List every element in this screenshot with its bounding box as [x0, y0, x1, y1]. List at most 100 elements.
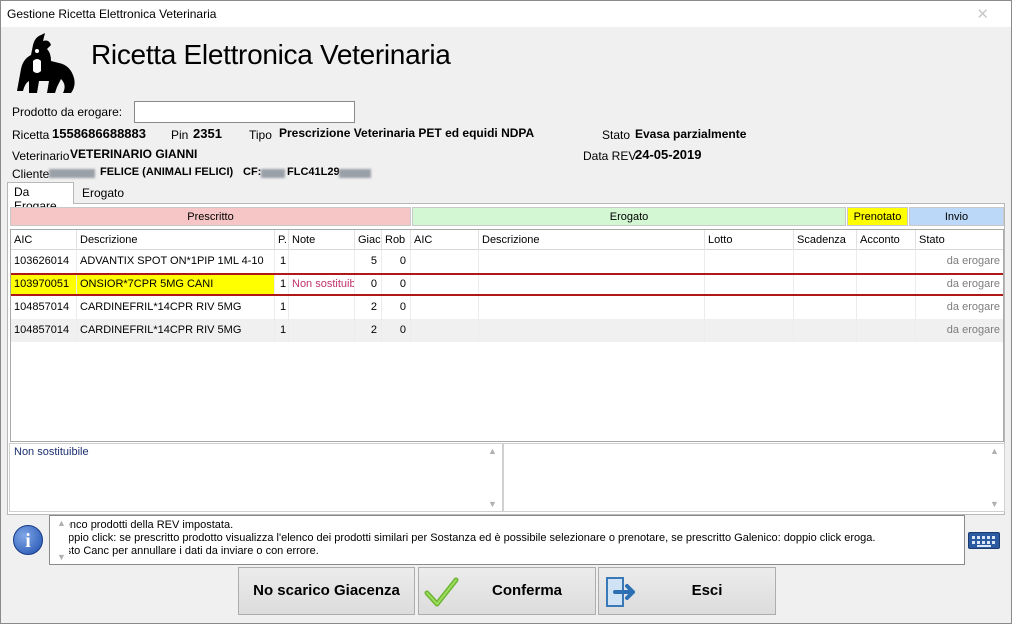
info-message-box: Elenco prodotti della REV impostata. Dop… — [49, 515, 965, 565]
cell-aic-erogato — [411, 319, 479, 342]
stato-label: Stato — [602, 128, 631, 142]
cell-lotto — [705, 250, 794, 273]
prodotto-label: Prodotto da erogare: — [12, 105, 123, 119]
col-lotto[interactable]: Lotto — [705, 230, 794, 250]
prodotto-input[interactable] — [134, 101, 355, 123]
col-acconto[interactable]: Acconto — [857, 230, 916, 250]
cell-acconto — [857, 250, 916, 273]
keyboard-icon[interactable] — [968, 532, 1000, 549]
cell-p: 1 — [275, 275, 289, 294]
table-row-selected[interactable]: 103970051 ONSIOR*7CPR 5MG CANI 1 Non sos… — [11, 273, 1003, 296]
col-descrizione-erogato[interactable]: Descrizione — [479, 230, 705, 250]
cell-stato: da erogare — [946, 324, 1000, 336]
close-icon[interactable]: ✕ — [976, 5, 989, 23]
no-scarico-giacenza-button[interactable]: No scarico Giacenza — [238, 567, 415, 615]
cell-p: 1 — [275, 296, 289, 319]
info-line-2: Doppio click: se prescritto prodotto vis… — [54, 532, 876, 544]
note-scrollbar[interactable]: ▲ ▼ — [485, 444, 502, 511]
table-row[interactable]: 104857014 CARDINEFRIL*14CPR RIV 5MG 1 2 … — [11, 296, 1003, 319]
cliente-name: FELICE (ANIMALI FELICI) — [100, 166, 234, 178]
cell-rob: 0 — [382, 319, 411, 342]
veterinario-label: Veterinario — [12, 149, 70, 163]
scroll-down-icon[interactable]: ▼ — [488, 499, 497, 509]
app-window: Gestione Ricetta Elettronica Veterinaria… — [0, 0, 1012, 624]
cell-giac: 0 — [355, 275, 382, 294]
cell-descrizione-erogato — [479, 296, 705, 319]
tab-da-erogare[interactable]: Da Erogare — [7, 182, 74, 213]
cell-descrizione-erogato — [479, 275, 705, 294]
cliente-cf-masked — [261, 169, 285, 178]
col-aic[interactable]: AIC — [11, 230, 77, 250]
scroll-up-icon[interactable]: ▲ — [990, 446, 999, 456]
col-note[interactable]: Note — [289, 230, 355, 250]
cell-giac: 2 — [355, 319, 382, 342]
note-textarea[interactable]: Non sostituibile ▲ ▼ — [9, 443, 503, 512]
section-erogato: Erogato — [412, 207, 846, 226]
section-prenotato: Prenotato — [847, 207, 908, 226]
cell-p: 1 — [275, 250, 289, 273]
detail-scrollbar[interactable]: ▲ ▼ — [987, 444, 1004, 511]
datarev-label: Data REV — [583, 149, 637, 163]
ricetta-label: Ricetta — [12, 128, 50, 142]
note-text: Non sostituibile — [14, 446, 89, 458]
cell-scadenza — [794, 250, 857, 273]
cell-stato: da erogare — [946, 255, 1000, 267]
cell-aic: 104857014 — [11, 296, 77, 319]
cliente-masked-surname — [49, 169, 95, 178]
esci-button[interactable]: Esci — [598, 567, 776, 615]
stato-value: Evasa parzialmente — [635, 127, 747, 141]
cell-descrizione-erogato — [479, 250, 705, 273]
cell-stato: da erogare — [946, 278, 1000, 290]
info-line-3: Tasto Canc per annullare i dati da invia… — [54, 545, 319, 557]
cell-aic: 104857014 — [11, 319, 77, 342]
cell-aic-erogato — [411, 296, 479, 319]
scroll-up-icon[interactable]: ▲ — [57, 518, 66, 528]
cell-scadenza — [794, 296, 857, 319]
col-rob[interactable]: Rob — [382, 230, 411, 250]
detail-textarea[interactable]: ▲ ▼ — [503, 443, 1005, 512]
grid-header: AIC Descrizione P. Note Giac Rob AIC Des… — [11, 230, 1003, 250]
tipo-label: Tipo — [249, 128, 272, 142]
products-grid[interactable]: AIC Descrizione P. Note Giac Rob AIC Des… — [10, 229, 1004, 442]
table-row[interactable]: 104857014 CARDINEFRIL*14CPR RIV 5MG 1 2 … — [11, 319, 1003, 342]
cell-rob: 0 — [382, 275, 411, 294]
table-row[interactable]: 103626014 ADVANTIX SPOT ON*1PIP 1ML 4-10… — [11, 250, 1003, 273]
cell-stato: da erogare — [946, 301, 1000, 313]
cell-descrizione: ONSIOR*7CPR 5MG CANI — [77, 275, 275, 294]
exit-door-icon — [606, 577, 635, 607]
col-aic-erogato[interactable]: AIC — [411, 230, 479, 250]
cell-descrizione-erogato — [479, 319, 705, 342]
cell-rob: 0 — [382, 296, 411, 319]
col-p[interactable]: P. — [275, 230, 289, 250]
cell-giac: 2 — [355, 296, 382, 319]
conferma-button[interactable]: Conferma — [418, 567, 596, 615]
veterinario-value: VETERINARIO GIANNI — [70, 147, 198, 161]
cell-lotto — [705, 296, 794, 319]
col-scadenza[interactable]: Scadenza — [794, 230, 857, 250]
cliente-cf-label: CF: — [243, 166, 262, 178]
ricetta-value: 1558686688883 — [52, 126, 146, 141]
datarev-value: 24-05-2019 — [635, 147, 702, 162]
cell-scadenza — [794, 319, 857, 342]
cliente-cf-value: FLC41L29 — [287, 166, 340, 178]
cell-note — [289, 296, 355, 319]
cell-lotto — [705, 319, 794, 342]
scroll-up-icon[interactable]: ▲ — [488, 446, 497, 456]
col-giac[interactable]: Giac — [355, 230, 382, 250]
scroll-down-icon[interactable]: ▼ — [57, 552, 66, 562]
cell-giac: 5 — [355, 250, 382, 273]
cell-note: Non sostituib — [289, 275, 355, 294]
info-line-1: Elenco prodotti della REV impostata. — [54, 519, 234, 531]
cell-aic: 103626014 — [11, 250, 77, 273]
info-scrollbar[interactable]: ▲ ▼ — [54, 516, 69, 564]
info-icon: i — [13, 525, 43, 555]
cell-descrizione: CARDINEFRIL*14CPR RIV 5MG — [77, 296, 275, 319]
scroll-down-icon[interactable]: ▼ — [990, 499, 999, 509]
cell-aic: 103970051 — [11, 275, 77, 294]
tipo-value: Prescrizione Veterinaria PET ed equidi N… — [279, 126, 535, 140]
cell-scadenza — [794, 275, 857, 294]
tab-erogato[interactable]: Erogato — [76, 184, 134, 204]
cell-acconto — [857, 296, 916, 319]
col-stato[interactable]: Stato — [916, 230, 1003, 250]
col-descrizione[interactable]: Descrizione — [77, 230, 275, 250]
